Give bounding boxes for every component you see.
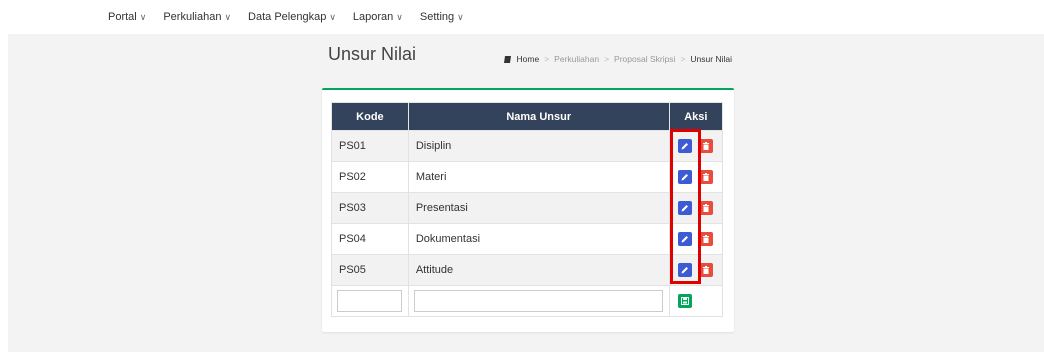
cell-kode: PS03 [331,192,409,224]
breadcrumb-separator: > [680,54,686,64]
unsur-nilai-table: Kode Nama Unsur Aksi PS01 Disiplin PS02 … [331,102,724,317]
breadcrumb: Home > Perkuliahan > Proposal Skripsi > … [503,54,732,64]
table-row: PS05 Attitude [331,254,724,286]
nama-unsur-input[interactable] [413,290,663,312]
new-row [331,285,724,317]
column-header-nama-unsur: Nama Unsur [407,102,670,131]
table-header-row: Kode Nama Unsur Aksi [331,102,724,131]
cell-kode: PS01 [331,130,409,162]
cell-nama-unsur: Disiplin [407,130,670,162]
nav-item-portal[interactable]: Portal ∨ [108,11,146,23]
chevron-down-icon: ∨ [396,12,403,22]
table-row: PS04 Dokumentasi [331,223,724,255]
cell-nama-input [407,285,670,317]
chevron-down-icon: ∨ [457,12,464,22]
column-header-kode: Kode [331,102,409,131]
table-row: PS02 Materi [331,161,724,193]
nav-item-setting[interactable]: Setting ∨ [420,11,464,23]
nav-item-laporan[interactable]: Laporan ∨ [353,11,403,23]
table-row: PS01 Disiplin [331,130,724,162]
kode-input[interactable] [337,290,402,312]
trash-icon [702,266,709,274]
chevron-down-icon: ∨ [139,12,147,22]
trash-icon [702,235,709,243]
cell-kode: PS05 [331,254,409,286]
top-navbar: Portal ∨ Perkuliahan ∨ Data Pelengkap ∨ Lap… [0,0,1044,34]
cell-nama-unsur: Dokumentasi [407,223,670,255]
chevron-down-icon: ∨ [329,12,336,22]
breadcrumb-item-proposal-skripsi[interactable]: Proposal Skripsi [614,54,675,64]
cell-nama-unsur: Attitude [407,254,670,286]
breadcrumb-separator: > [604,54,610,64]
cell-kode: PS02 [331,161,409,193]
breadcrumb-separator: > [544,54,550,64]
trash-icon [702,204,709,212]
trash-icon [702,173,709,181]
cell-nama-unsur: Presentasi [407,192,670,224]
main-menu: Portal ∨ Perkuliahan ∨ Data Pelengkap ∨ Lap… [108,11,481,23]
save-button[interactable] [677,294,692,308]
cell-kode: PS04 [331,223,409,255]
edit-column-highlight-box [670,129,701,284]
breadcrumb-item-perkuliahan[interactable]: Perkuliahan [554,54,599,64]
chevron-down-icon: ∨ [224,12,232,22]
cell-aksi [668,285,724,317]
breadcrumb-home[interactable]: Home [517,54,540,64]
breadcrumb-active: Unsur Nilai [690,54,732,64]
nav-item-data-pelengkap[interactable]: Data Pelengkap ∨ [248,11,336,23]
cell-nama-unsur: Materi [407,161,670,193]
floppy-disk-icon [680,297,689,305]
cell-kode-input [331,285,409,317]
book-icon [503,55,511,63]
trash-icon [702,142,709,150]
table-row: PS03 Presentasi [331,192,724,224]
nav-item-perkuliahan[interactable]: Perkuliahan ∨ [163,11,231,23]
column-header-aksi: Aksi [668,102,724,131]
page-title: Unsur Nilai [328,44,417,64]
